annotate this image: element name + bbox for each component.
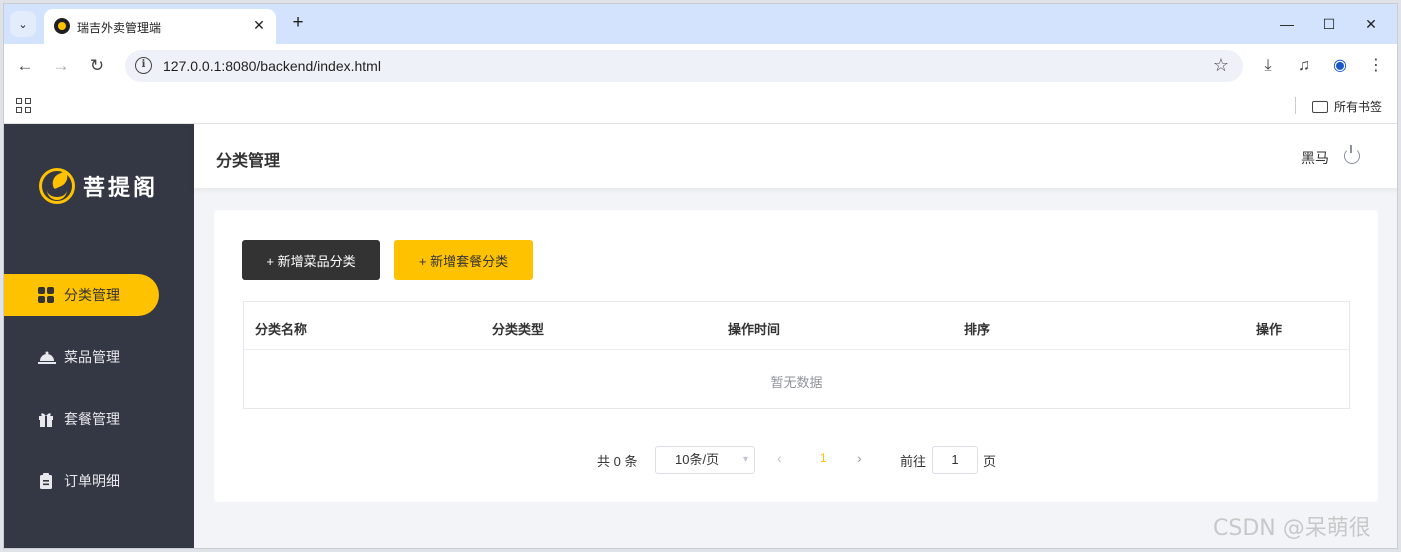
- pagination-total: 共 0 条: [597, 454, 638, 469]
- sidebar: 菩提阁 分类管理 菜品管理 套餐管理 订单明细: [4, 124, 194, 548]
- sidebar-item-label: 菜品管理: [64, 349, 120, 365]
- column-header-sort[interactable]: 排序: [964, 319, 990, 338]
- tab-title: 瑞吉外卖管理端: [77, 21, 162, 35]
- tab-strip: ⌄ 瑞吉外卖管理端 ✕ + — ☐ ✕: [4, 4, 1397, 44]
- chevron-down-icon: ▾: [742, 454, 748, 465]
- column-header-time[interactable]: 操作时间: [728, 319, 780, 338]
- column-header-actions: 操作: [1256, 322, 1283, 337]
- url-text[interactable]: 127.0.0.1:8080/backend/index.html: [163, 58, 381, 74]
- favicon-icon: [54, 18, 70, 34]
- folder-icon: [1312, 100, 1328, 113]
- close-window-icon[interactable]: ✕: [1353, 12, 1389, 36]
- app-root: 菩提阁 分类管理 菜品管理 套餐管理 订单明细 分类管理 黑马 + 新增菜品分类…: [4, 124, 1397, 548]
- profile-icon[interactable]: ◉: [1328, 54, 1352, 78]
- maximize-icon[interactable]: ☐: [1311, 12, 1347, 36]
- download-icon[interactable]: ⤓: [1256, 54, 1280, 78]
- back-icon[interactable]: ←: [13, 54, 37, 78]
- minimize-icon[interactable]: —: [1269, 12, 1305, 36]
- top-header: 分类管理 黑马: [194, 124, 1397, 188]
- prev-page-icon[interactable]: ‹: [777, 450, 782, 466]
- browser-window: ⌄ 瑞吉外卖管理端 ✕ + — ☐ ✕ ← → ↻ i 127.0.0.1:80…: [3, 3, 1398, 549]
- logo: 菩提阁: [39, 168, 158, 204]
- cloche-icon: [38, 349, 56, 365]
- forward-icon[interactable]: →: [49, 54, 73, 78]
- site-info-icon[interactable]: i: [135, 57, 152, 74]
- add-combo-category-button[interactable]: + 新增套餐分类: [394, 240, 533, 280]
- sidebar-item-label: 分类管理: [64, 287, 120, 303]
- watermark: CSDN @呆萌很: [1213, 516, 1371, 541]
- media-control-icon[interactable]: ♫: [1292, 54, 1316, 78]
- bookmarks-bar: 所有书签: [4, 88, 1397, 124]
- sidebar-item-dish[interactable]: 菜品管理: [4, 336, 159, 378]
- content-card: + 新增菜品分类 + 新增套餐分类 分类名称 分类类型 操作时间 排序 操作 暂…: [214, 210, 1378, 502]
- next-page-icon[interactable]: ›: [857, 450, 862, 466]
- logo-icon: [39, 168, 75, 204]
- pagination: 共 0 条 10条/页 ▾ ‹ 1 › 前往 1 页: [214, 446, 1378, 474]
- apps-grid-icon[interactable]: [16, 98, 31, 113]
- sidebar-item-label: 套餐管理: [64, 411, 120, 427]
- sidebar-item-label: 订单明细: [64, 473, 120, 489]
- page-size-value: 10条/页: [675, 452, 720, 467]
- column-header-name[interactable]: 分类名称: [255, 319, 307, 338]
- gift-icon: [38, 411, 54, 427]
- add-dish-category-button[interactable]: + 新增菜品分类: [242, 240, 380, 280]
- all-bookmarks-label: 所有书签: [1334, 100, 1383, 114]
- table-header: 分类名称 分类类型 操作时间 排序 操作: [244, 302, 1349, 350]
- grid-icon: [38, 287, 54, 303]
- bookmarks-divider: [1295, 97, 1296, 114]
- clipboard-icon: [38, 473, 54, 489]
- tab-search-icon[interactable]: ⌄: [10, 11, 36, 37]
- category-table: 分类名称 分类类型 操作时间 排序 操作 暂无数据: [243, 301, 1350, 409]
- close-tab-icon[interactable]: ✕: [250, 16, 268, 34]
- page-size-select[interactable]: 10条/页 ▾: [655, 446, 755, 474]
- logout-icon[interactable]: [1344, 145, 1360, 164]
- page-suffix-label: 页: [983, 454, 997, 469]
- reload-icon[interactable]: ↻: [85, 54, 109, 78]
- address-bar[interactable]: i 127.0.0.1:8080/backend/index.html ☆: [125, 50, 1243, 82]
- page-title: 分类管理: [216, 153, 281, 170]
- user-name[interactable]: 黑马: [1301, 148, 1329, 168]
- browser-tab[interactable]: 瑞吉外卖管理端 ✕: [44, 9, 276, 44]
- table-empty-text: 暂无数据: [770, 375, 823, 390]
- sidebar-item-category[interactable]: 分类管理: [4, 274, 159, 316]
- logo-text: 菩提阁: [83, 175, 159, 200]
- all-bookmarks-button[interactable]: 所有书签: [1312, 98, 1382, 115]
- more-menu-icon[interactable]: ⋮: [1364, 54, 1388, 78]
- sidebar-item-orders[interactable]: 订单明细: [4, 460, 159, 502]
- goto-label: 前往: [900, 454, 927, 469]
- sidebar-item-combo[interactable]: 套餐管理: [4, 398, 159, 440]
- current-page-number[interactable]: 1: [820, 451, 827, 465]
- bookmark-star-icon[interactable]: ☆: [1213, 55, 1229, 76]
- goto-page-input[interactable]: 1: [932, 446, 978, 474]
- new-tab-icon[interactable]: +: [287, 13, 309, 35]
- browser-toolbar: ← → ↻ i 127.0.0.1:8080/backend/index.htm…: [4, 44, 1397, 88]
- column-header-type[interactable]: 分类类型: [492, 319, 544, 338]
